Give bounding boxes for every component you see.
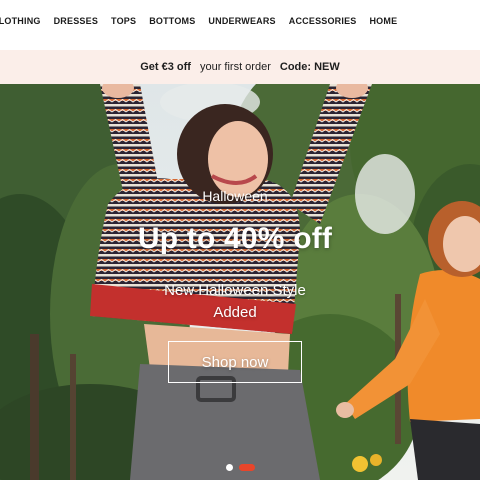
nav-item-bottoms[interactable]: BOTTOMS [149, 16, 195, 26]
carousel-indicators [0, 464, 480, 471]
nav-menu: CLOTHING DRESSES TOPS BOTTOMS UNDERWEARS… [0, 16, 397, 26]
nav-item-underwears[interactable]: UNDERWEARS [208, 16, 275, 26]
hero-carousel[interactable]: Halloween Up to 40% off New Halloween St… [0, 84, 480, 480]
top-navigation: CLOTHING DRESSES TOPS BOTTOMS UNDERWEARS… [0, 0, 480, 48]
promo-banner[interactable]: Get €3 off your first order Code: NEW [0, 50, 480, 84]
carousel-dot-2-active[interactable] [238, 464, 255, 471]
carousel-dot-1[interactable] [225, 464, 233, 471]
promo-amount: Get €3 off [140, 61, 191, 73]
shop-now-button[interactable]: Shop now [168, 341, 302, 383]
nav-item-home[interactable]: HOME [369, 16, 397, 26]
nav-item-accessories[interactable]: ACCESSORIES [289, 16, 357, 26]
nav-item-tops[interactable]: TOPS [111, 16, 136, 26]
nav-item-dresses[interactable]: DRESSES [54, 16, 98, 26]
nav-item-clothing[interactable]: CLOTHING [0, 16, 41, 26]
promo-code: Code: NEW [279, 61, 340, 73]
promo-text: your first order [199, 61, 271, 73]
hero-image [0, 84, 480, 480]
